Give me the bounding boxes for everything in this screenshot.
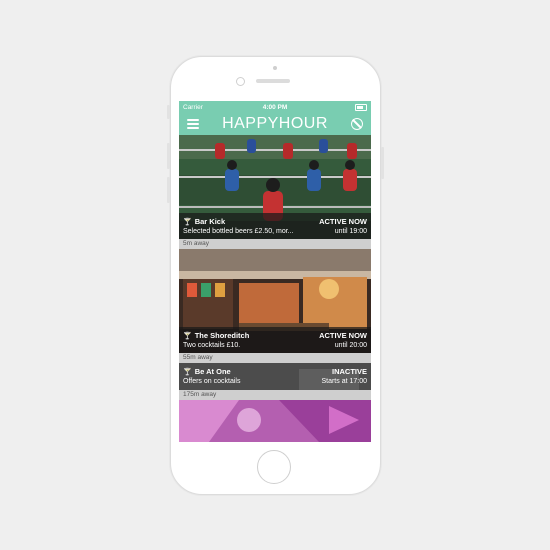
bar-info-overlay: 🍸 Be At One INACTIVE Offers on cocktails … bbox=[179, 363, 371, 390]
status-bar: Carrier 4:00 PM bbox=[179, 101, 371, 113]
time-text: Starts at 17:00 bbox=[321, 378, 367, 385]
list-item[interactable] bbox=[179, 400, 371, 442]
clock: 4:00 PM bbox=[262, 103, 288, 111]
bar-name: Be At One bbox=[194, 367, 231, 376]
time-text: until 20:00 bbox=[334, 342, 367, 349]
cocktail-icon: 🍸 bbox=[183, 333, 192, 340]
bar-info-overlay: 🍸 Bar Kick ACTIVE NOW Selected bottled be… bbox=[179, 213, 371, 239]
venue-photo bbox=[179, 400, 371, 442]
list-item[interactable]: 🍸 The Shoreditch ACTIVE NOW Two cocktails… bbox=[179, 249, 371, 363]
offer-text: Offers on cocktails bbox=[183, 378, 241, 385]
cocktail-icon: 🍸 bbox=[183, 369, 192, 376]
distance-label: 175m away bbox=[179, 390, 371, 400]
earpiece-speaker bbox=[256, 79, 290, 83]
sensor-dot bbox=[273, 66, 277, 70]
app-screen: Carrier 4:00 PM HAPPYHOUR 🍸 Bar Kick ACT… bbox=[179, 101, 371, 442]
status-badge: ACTIVE NOW bbox=[319, 331, 367, 340]
no-entry-icon[interactable] bbox=[351, 118, 363, 130]
nav-bar: HAPPYHOUR bbox=[179, 113, 371, 135]
distance-label: 5m away bbox=[179, 239, 371, 249]
status-badge: ACTIVE NOW bbox=[319, 217, 367, 226]
home-button[interactable] bbox=[257, 450, 291, 484]
offer-text: Selected bottled beers £2.50, mor... bbox=[183, 228, 294, 235]
battery-icon bbox=[355, 103, 367, 111]
volume-down-button bbox=[167, 177, 170, 203]
status-badge: INACTIVE bbox=[331, 367, 367, 376]
time-text: until 19:00 bbox=[334, 228, 367, 235]
bar-info-overlay: 🍸 The Shoreditch ACTIVE NOW Two cocktails… bbox=[179, 327, 371, 353]
power-button bbox=[381, 147, 384, 179]
front-camera bbox=[236, 77, 245, 86]
offer-text: Two cocktails £10. bbox=[183, 342, 241, 349]
cocktail-icon: 🍸 bbox=[183, 219, 192, 226]
volume-up-button bbox=[167, 143, 170, 169]
phone-frame: Carrier 4:00 PM HAPPYHOUR 🍸 Bar Kick ACT… bbox=[167, 56, 384, 495]
distance-label: 55m away bbox=[179, 353, 371, 363]
bar-name: Bar Kick bbox=[194, 217, 226, 226]
bar-name: The Shoreditch bbox=[194, 331, 250, 340]
mute-switch bbox=[167, 105, 170, 119]
app-logo: HAPPYHOUR bbox=[222, 115, 328, 132]
list-item[interactable]: 🍸 Bar Kick ACTIVE NOW Selected bottled be… bbox=[179, 135, 371, 249]
list-item[interactable]: 🍸 Be At One INACTIVE Offers on cocktails … bbox=[179, 363, 371, 400]
